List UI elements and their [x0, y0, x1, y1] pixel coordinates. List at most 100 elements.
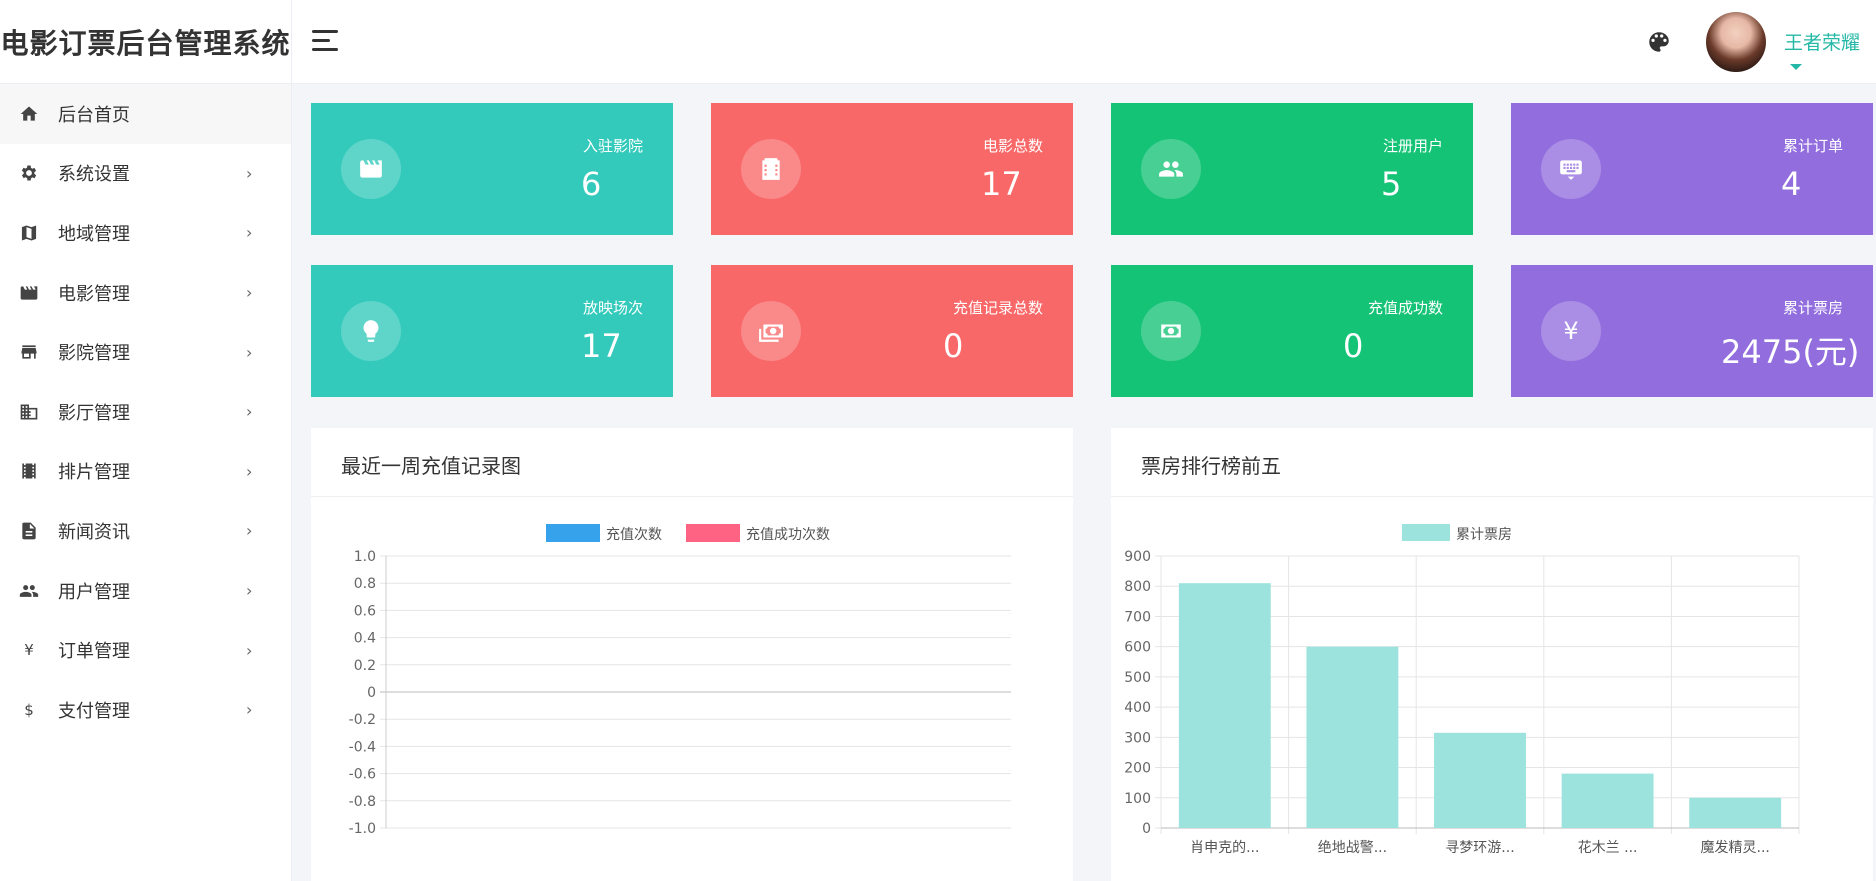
stat-card-1[interactable]: 电影总数 17 — [711, 103, 1073, 235]
store-icon — [21, 345, 37, 359]
stat-label: 充值成功数 — [1367, 299, 1443, 317]
bar[interactable] — [1306, 646, 1399, 828]
app-brand[interactable]: 电影订票后台管理系统 — [0, 0, 292, 84]
map-icon — [18, 222, 40, 244]
sidebar-item-8[interactable]: 用户管理 › — [0, 561, 291, 621]
y-tick-label: -0.4 — [349, 739, 376, 755]
sidebar-item-5[interactable]: 影厅管理 › — [0, 382, 291, 442]
film-strip-icon — [18, 460, 40, 482]
x-tick-label: 魔发精灵... — [1701, 840, 1770, 856]
bar[interactable] — [1689, 797, 1782, 828]
legend-swatch — [546, 524, 600, 542]
user-avatar[interactable] — [1706, 12, 1766, 72]
dollar-icon: $ — [18, 699, 40, 721]
keyboard-icon — [1541, 139, 1601, 199]
stat-card-4[interactable]: 放映场次 17 — [311, 265, 673, 397]
chevron-right-icon: › — [246, 700, 253, 720]
user-menu[interactable]: 王者荣耀 — [1784, 28, 1876, 77]
stat-card-5[interactable]: 充值记录总数 0 — [711, 265, 1073, 397]
username-label: 王者荣耀 — [1784, 32, 1861, 54]
y-tick-label: 0.2 — [354, 658, 376, 674]
sidebar-item-3[interactable]: 电影管理 › — [0, 263, 291, 323]
stat-label: 累计订单 — [1782, 137, 1843, 155]
legend-label: 充值次数 — [606, 527, 662, 543]
stat-card-2[interactable]: 注册用户 5 — [1111, 103, 1473, 235]
sidebar-item-10[interactable]: $ 支付管理 › — [0, 680, 291, 740]
lightbulb-icon — [363, 320, 379, 342]
stat-label: 入驻影院 — [582, 137, 643, 155]
clapperboard-icon — [20, 285, 38, 300]
news-icon — [22, 522, 36, 540]
chevron-right-icon: › — [246, 402, 253, 422]
gear-icon — [18, 162, 40, 184]
stat-label: 累计票房 — [1782, 299, 1843, 317]
cash-icon — [1141, 301, 1201, 361]
sidebar-item-label: 影院管理 — [58, 343, 130, 365]
legend-label: 充值成功次数 — [746, 527, 830, 543]
store-icon — [18, 341, 40, 363]
x-tick-label: 肖申克的... — [1190, 840, 1259, 856]
sidebar-item-1[interactable]: 系统设置 › — [0, 144, 291, 204]
gear-icon — [21, 165, 37, 181]
menu-toggle-icon[interactable] — [312, 30, 340, 54]
sidebar-item-label: 排片管理 — [58, 462, 130, 484]
sidebar-item-4[interactable]: 影院管理 › — [0, 322, 291, 382]
y-tick-label: 0.6 — [354, 603, 376, 619]
palette-icon[interactable] — [1646, 29, 1672, 55]
stat-card-6[interactable]: 充值成功数 0 — [1111, 265, 1473, 397]
cash-multiple-icon — [759, 324, 783, 342]
sidebar-item-0[interactable]: 后台首页 — [0, 84, 291, 144]
svg-text:¥: ¥ — [24, 641, 34, 659]
sidebar-item-6[interactable]: 排片管理 › — [0, 442, 291, 502]
boxoffice-bar-chart: 累计票房 900 800 700 600 500 400 300 200 100 0 肖申克的... 绝… — [1124, 524, 1800, 856]
chevron-right-icon: › — [246, 163, 253, 183]
sidebar-item-9[interactable]: ¥ 订单管理 › — [0, 620, 291, 680]
y-tick-label: -0.2 — [349, 712, 376, 728]
y-tick-label: 0 — [1142, 821, 1151, 837]
y-tick-label: 200 — [1124, 761, 1151, 777]
film-icon — [762, 158, 780, 180]
cash-icon — [1161, 324, 1181, 338]
stat-card-3[interactable]: 累计订单 4 — [1511, 103, 1873, 235]
building-icon — [18, 401, 40, 423]
chevron-right-icon: › — [246, 283, 253, 303]
dollar-icon: $ — [24, 701, 34, 719]
y-tick-label: -0.6 — [349, 767, 376, 783]
legend-label: 累计票房 — [1456, 527, 1512, 543]
recharge-chart-panel: 最近一周充值记录图 充值次数 充值成功次数 1.0 0.8 0.6 0.4 0.2 0 -0.2… — [311, 428, 1073, 881]
y-tick-label: -0.8 — [349, 794, 376, 810]
stat-card-7[interactable]: ¥ 累计票房 2475(元) — [1511, 265, 1873, 397]
sidebar-item-label: 系统设置 — [58, 164, 130, 186]
sidebar-item-2[interactable]: 地域管理 › — [0, 203, 291, 263]
chevron-right-icon: › — [246, 461, 253, 481]
y-tick-label: 700 — [1124, 609, 1151, 625]
stat-value: 2475(元) — [1721, 333, 1860, 371]
chevron-right-icon: › — [246, 342, 253, 362]
sidebar-item-label: 支付管理 — [58, 700, 130, 722]
stat-card-0[interactable]: 入驻影院 6 — [311, 103, 673, 235]
news-icon — [18, 520, 40, 542]
app-title: 电影订票后台管理系统 — [0, 27, 291, 60]
svg-text:$: $ — [24, 701, 34, 719]
chevron-right-icon: › — [246, 521, 253, 541]
x-tick-label: 花木兰 ... — [1578, 840, 1638, 856]
bar[interactable] — [1178, 583, 1271, 828]
y-tick-label: 300 — [1124, 730, 1151, 746]
sidebar-item-label: 订单管理 — [58, 641, 130, 663]
sidebar-nav: 后台首页 系统设置 › 地域管理 › 电影管理 › 影院管理 › 影厅管理 › 排片管理 › 新闻资讯 › 用… — [0, 84, 292, 881]
bar[interactable] — [1561, 773, 1654, 828]
sidebar-item-7[interactable]: 新闻资讯 › — [0, 501, 291, 561]
chevron-right-icon: › — [246, 223, 253, 243]
stat-label: 放映场次 — [582, 299, 643, 317]
clapperboard-icon — [341, 139, 401, 199]
chevron-right-icon: › — [246, 581, 253, 601]
legend-swatch — [1402, 524, 1450, 541]
stat-value: 5 — [1381, 165, 1402, 203]
film-strip-icon — [22, 463, 36, 479]
sidebar-item-label: 新闻资讯 — [58, 521, 130, 543]
lightbulb-icon — [341, 301, 401, 361]
y-tick-label: 100 — [1124, 791, 1151, 807]
bar[interactable] — [1434, 732, 1526, 828]
boxoffice-chart-panel: 票房排行榜前五 累计票房 900 800 700 600 500 400 300 200 100 0… — [1111, 428, 1873, 881]
legend-swatch — [686, 524, 740, 542]
